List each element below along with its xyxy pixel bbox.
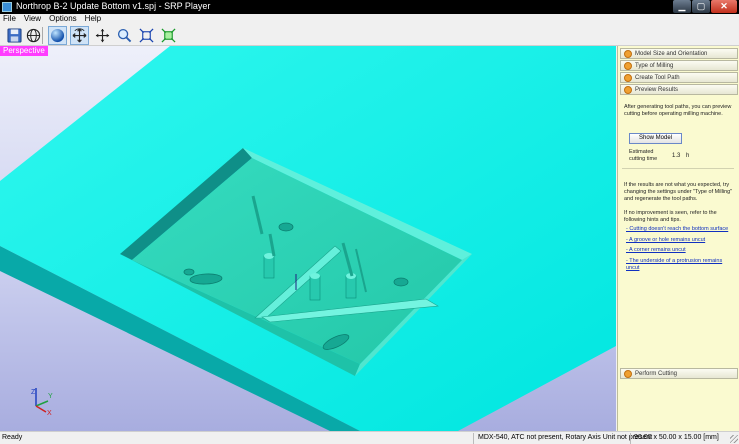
step-label: Preview Results (635, 86, 679, 93)
sphere-icon (50, 28, 65, 43)
3d-viewport[interactable]: Perspective Z Y X (0, 46, 616, 431)
panel-divider (622, 168, 734, 169)
save-button[interactable] (5, 26, 24, 45)
pan-icon (95, 28, 110, 43)
slot (278, 222, 294, 232)
machine-status: MDX-540, ATC not present, Rotary Axis Un… (478, 434, 653, 441)
resize-grip[interactable] (730, 435, 738, 443)
step-number-icon (624, 369, 632, 378)
window-controls: ▁ ▢ ✕ (673, 0, 737, 14)
hint-text: If no improvement is seen, refer to the … (624, 210, 717, 223)
axis-z-label: Z (31, 389, 36, 396)
menu-help[interactable]: Help (81, 14, 105, 24)
minimize-button[interactable]: ▁ (673, 0, 691, 13)
step-label: Create Tool Path (635, 74, 680, 81)
slot (183, 268, 195, 276)
fit-button[interactable] (137, 26, 156, 45)
pan-button[interactable] (93, 26, 112, 45)
globe-icon (26, 28, 41, 43)
step-preview-results[interactable]: Preview Results (620, 84, 738, 95)
fit-all-button[interactable] (159, 26, 178, 45)
estimated-time-label: Estimated cutting time (629, 149, 658, 162)
hint-link[interactable]: - A corner remains uncut (626, 247, 732, 254)
toolbar (0, 24, 739, 46)
status-text: Ready (2, 434, 23, 441)
pin (345, 275, 357, 299)
step-type-of-milling[interactable]: Type of Milling (620, 60, 738, 71)
toolbar-separator (42, 27, 43, 44)
step-number-icon (624, 85, 632, 94)
menu-bar: File View Options Help (0, 14, 739, 24)
step-perform-cutting[interactable]: Perform Cutting (620, 368, 738, 379)
step-model-size[interactable]: Model Size and Orientation (620, 48, 738, 59)
pin-top (310, 273, 320, 279)
step-number-icon (624, 49, 632, 58)
view-mode-label: Perspective (0, 46, 48, 56)
close-button[interactable]: ✕ (711, 0, 737, 13)
workflow-panel: Model Size and Orientation Type of Milli… (617, 46, 739, 431)
axis-x-label: X (47, 410, 52, 417)
step-create-tool-path[interactable]: Create Tool Path (620, 72, 738, 83)
model-size-status: 90.00 x 50.00 x 15.00 [mm] (634, 434, 719, 441)
status-separator (473, 433, 474, 444)
maximize-button[interactable]: ▢ (692, 0, 710, 13)
pin (263, 255, 275, 279)
shaded-view-button[interactable] (48, 26, 67, 45)
zoom-icon (117, 28, 132, 43)
wireframe-view-button[interactable] (24, 26, 43, 45)
zoom-button[interactable] (115, 26, 134, 45)
slot (393, 277, 409, 287)
rotate-icon (72, 28, 87, 43)
app-icon (2, 2, 12, 12)
menu-options[interactable]: Options (45, 14, 81, 24)
hint-link[interactable]: - The underside of a protrusion remains … (626, 258, 732, 272)
step-number-icon (624, 73, 632, 82)
title-bar: Northrop B-2 Update Bottom v1.spj - SRP … (0, 0, 739, 14)
rotate-button[interactable] (70, 26, 89, 45)
fit-icon (139, 28, 154, 43)
show-model-button[interactable]: Show Model (629, 133, 682, 144)
step-label: Type of Milling (635, 62, 674, 69)
window-title: Northrop B-2 Update Bottom v1.spj - SRP … (16, 1, 211, 11)
step-label: Model Size and Orientation (635, 50, 708, 57)
preview-intro-text: After generating tool paths, you can pre… (624, 104, 732, 117)
menu-file[interactable]: File (0, 14, 20, 24)
hint-text: If the results are not what you expected… (624, 182, 733, 202)
estimated-time-unit: h (686, 153, 690, 159)
hint-link[interactable]: - Cutting doesn't reach the bottom surfa… (626, 226, 732, 233)
menu-view[interactable]: View (20, 14, 45, 24)
pin (309, 275, 321, 301)
save-icon (7, 28, 22, 43)
fit-all-icon (161, 28, 176, 43)
estimated-time-value: 1.3 (672, 153, 681, 159)
axis-indicator: Z Y X (31, 388, 53, 417)
status-bar: Ready MDX-540, ATC not present, Rotary A… (0, 431, 739, 444)
axis-y-label: Y (48, 393, 53, 400)
status-separator (630, 433, 631, 444)
milling-preview-scene (0, 46, 616, 431)
hint-link[interactable]: - A groove or hole remains uncut (626, 237, 732, 244)
step-number-icon (624, 61, 632, 70)
step-label: Perform Cutting (635, 370, 678, 377)
